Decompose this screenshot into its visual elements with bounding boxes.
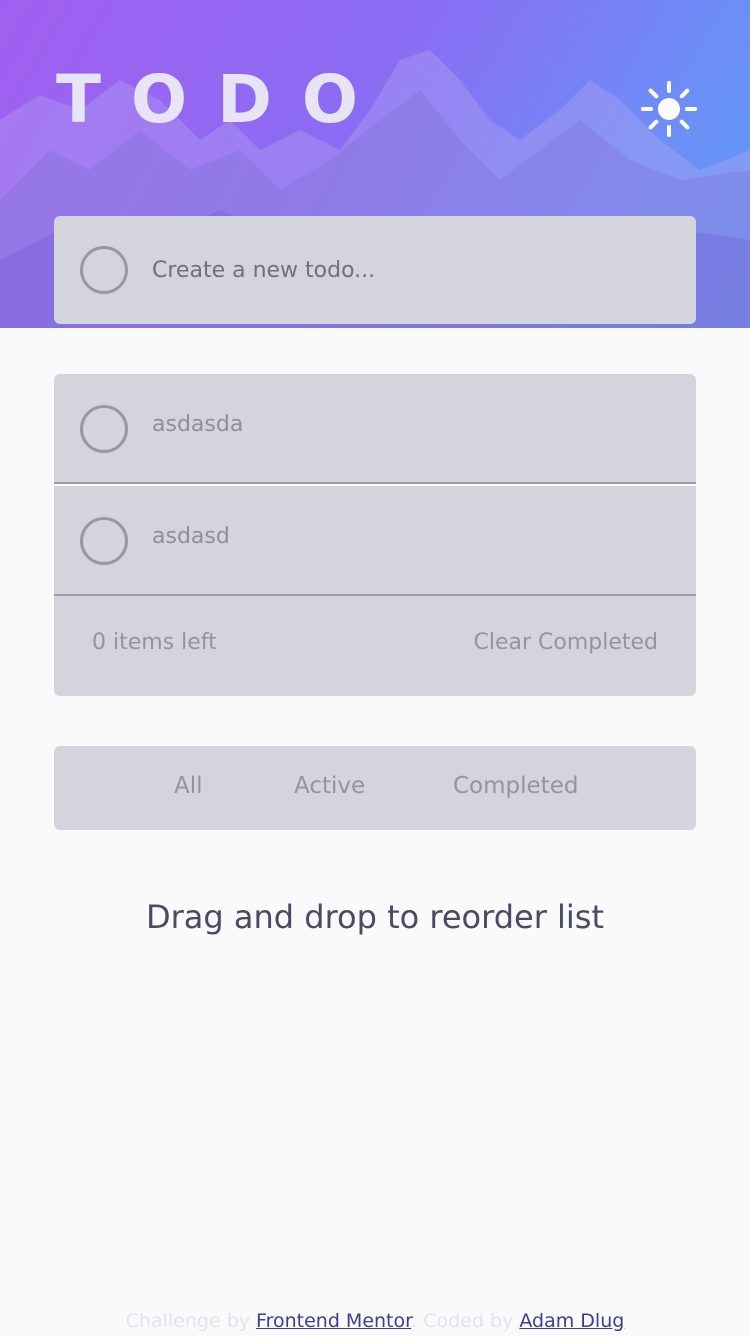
todo-item[interactable]: asdasd — [54, 486, 696, 596]
list-footer: 0 items left Clear Completed — [54, 596, 696, 696]
todo-item[interactable]: asdasda — [54, 374, 696, 484]
todo-check-circle[interactable] — [80, 517, 128, 565]
drag-drop-hint: Drag and drop to reorder list — [145, 898, 605, 936]
filter-active[interactable]: Active — [294, 773, 365, 799]
attribution-middle: . Coded by — [411, 1310, 520, 1332]
clear-completed-button[interactable]: Clear Completed — [473, 630, 658, 655]
attribution-prefix: Challenge by — [125, 1310, 257, 1332]
app-title: TODO — [56, 61, 389, 138]
filter-completed[interactable]: Completed — [453, 773, 578, 799]
author-link[interactable]: Adam Dlug — [519, 1310, 624, 1332]
todo-check-circle[interactable] — [80, 405, 128, 453]
items-left-count: 0 items left — [92, 630, 217, 655]
filter-all[interactable]: All — [174, 773, 203, 799]
create-todo-card — [54, 216, 696, 324]
sun-icon — [641, 81, 697, 137]
attribution: Challenge by Frontend Mentor. Coded by A… — [0, 1310, 750, 1332]
todo-text[interactable]: asdasda — [152, 412, 243, 437]
frontend-mentor-link[interactable]: Frontend Mentor — [256, 1310, 411, 1332]
filter-bar: All Active Completed — [54, 746, 696, 830]
todo-text[interactable]: asdasd — [152, 524, 230, 549]
create-todo-check-circle[interactable] — [80, 246, 128, 294]
create-todo-input[interactable] — [152, 250, 652, 290]
theme-toggle-button[interactable] — [640, 80, 698, 138]
